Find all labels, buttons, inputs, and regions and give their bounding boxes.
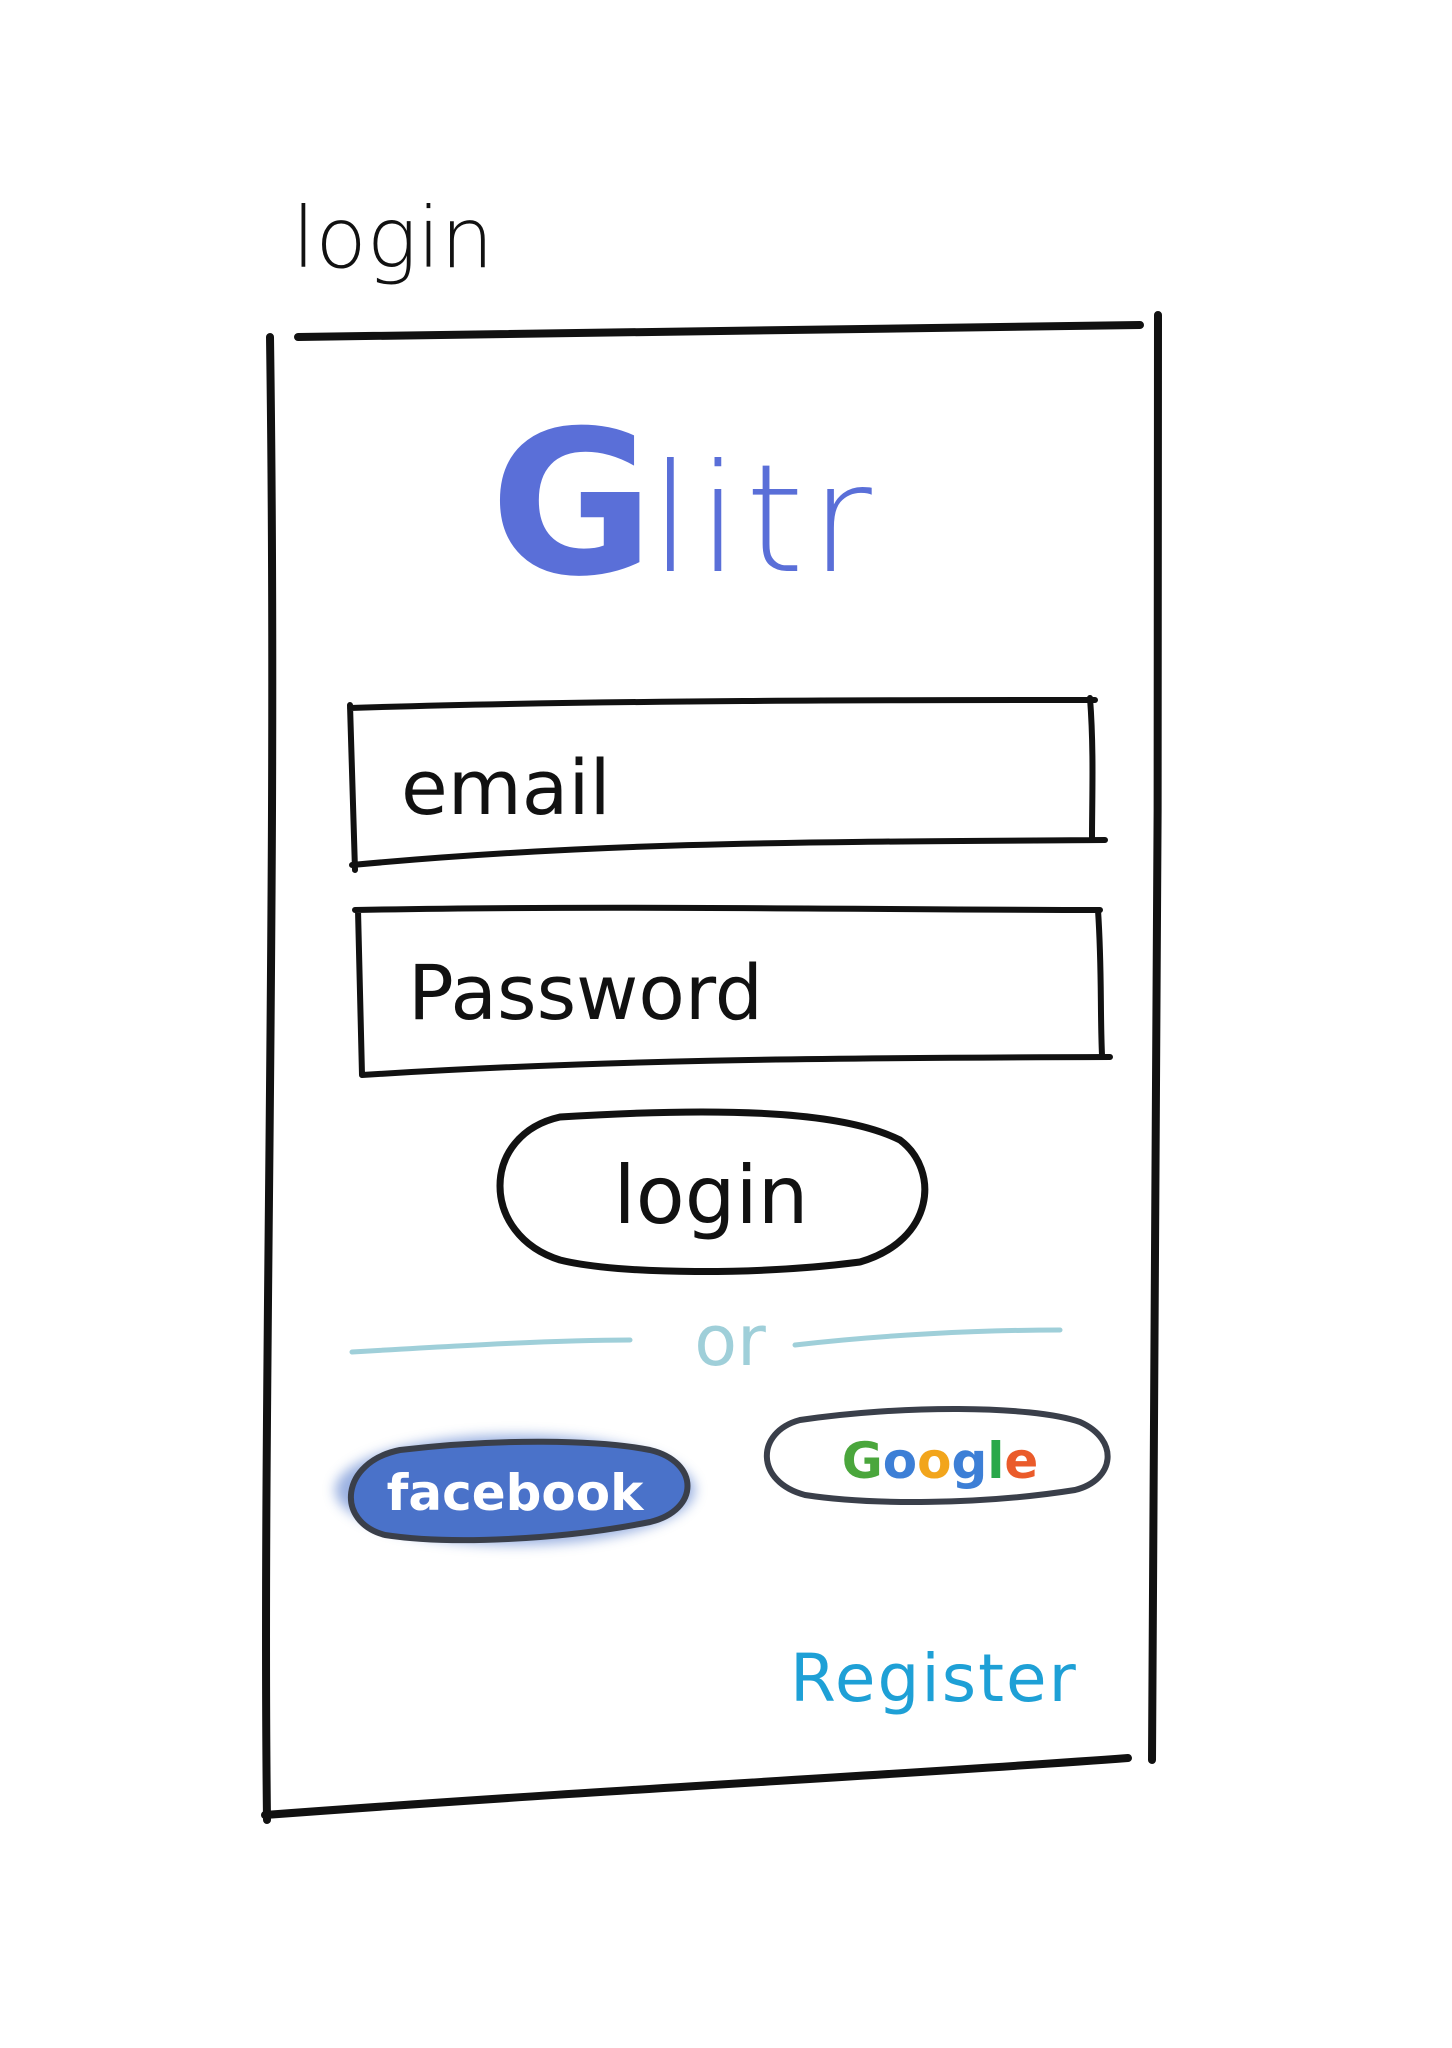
google-letter: o [917,1432,952,1490]
google-login-button[interactable]: Google [770,1415,1110,1507]
google-letter: G [841,1432,883,1490]
email-field[interactable] [355,712,1095,862]
google-letter: e [1004,1432,1039,1490]
app-logo-initial: G [490,388,655,621]
or-divider-label: or [694,1300,766,1382]
frame-left-edge [262,333,277,1824]
frame-top-edge [294,321,1144,341]
frame-bottom-edge [261,1754,1132,1819]
app-logo-text: litr [650,433,878,607]
frame-right-edge [1148,311,1163,1764]
divider-right-line [792,1327,1063,1348]
divider-left-line [349,1337,633,1355]
screen-title: login [292,189,494,287]
register-link[interactable]: Register [790,1640,1078,1717]
login-button[interactable]: login [496,1120,926,1270]
google-letter: o [882,1432,918,1490]
facebook-login-button[interactable]: facebook [345,1445,685,1541]
google-letter: l [987,1432,1005,1490]
google-letter: g [951,1432,988,1490]
password-field[interactable] [362,912,1102,1072]
